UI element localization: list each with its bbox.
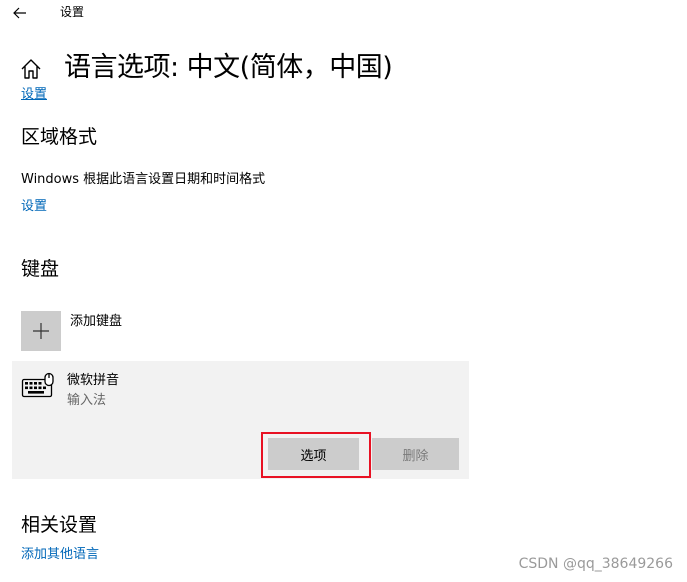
keyboard-icon [21, 372, 57, 402]
settings-link-clipped[interactable]: 设置 [21, 82, 47, 100]
arrow-left-icon [13, 7, 26, 19]
add-keyboard-label[interactable]: 添加键盘 [70, 313, 122, 331]
regional-format-settings-link[interactable]: 设置 [21, 198, 47, 216]
keyboard-item-subtitle: 输入法 [67, 393, 107, 408]
regional-format-heading: 区域格式 [21, 126, 98, 148]
regional-format-description: Windows 根据此语言设置日期和时间格式 [21, 172, 266, 187]
keyboard-item-name: 微软拼音 [67, 373, 120, 388]
add-other-language-link[interactable]: 添加其他语言 [21, 546, 99, 564]
back-button[interactable] [8, 2, 32, 24]
page-title: 语言选项: 中文(简体，中国) [64, 52, 393, 83]
window-title: 设置 [60, 5, 85, 19]
related-settings-heading: 相关设置 [21, 514, 98, 536]
add-keyboard-button[interactable] [21, 311, 61, 351]
keyboard-heading: 键盘 [21, 258, 60, 280]
remove-button: 删除 [372, 438, 459, 470]
options-button[interactable]: 选项 [268, 438, 359, 470]
watermark: CSDN @qq_38649266 [518, 556, 673, 572]
plus-icon [33, 323, 49, 339]
settings-link-clipped-label: 设置 [21, 87, 48, 100]
home-icon[interactable] [18, 56, 44, 82]
